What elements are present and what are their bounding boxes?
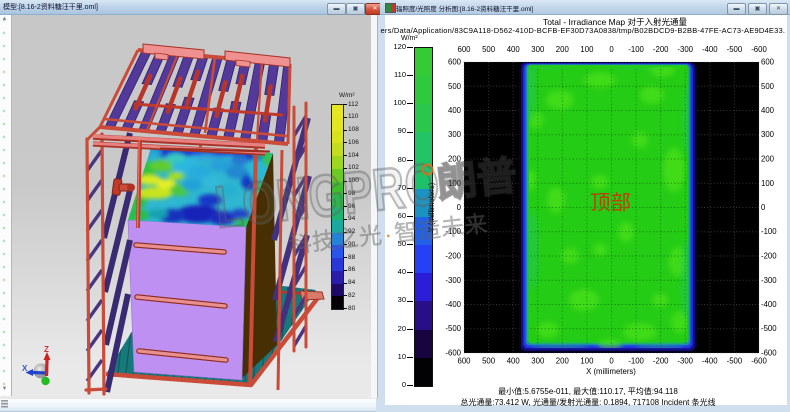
svg-text:600: 600 xyxy=(448,58,462,67)
svg-text:-600: -600 xyxy=(751,45,767,54)
svg-text:-300: -300 xyxy=(761,276,777,285)
svg-text:600: 600 xyxy=(457,45,471,54)
svg-text:-100: -100 xyxy=(761,227,777,236)
svg-text:200: 200 xyxy=(556,357,570,366)
svg-text:100: 100 xyxy=(448,179,462,188)
svg-text:300: 300 xyxy=(531,45,545,54)
svg-text:-200: -200 xyxy=(445,252,461,261)
svg-text:500: 500 xyxy=(448,82,462,91)
svg-text:Z: Z xyxy=(44,345,49,354)
svg-text:-200: -200 xyxy=(653,45,669,54)
svg-text:400: 400 xyxy=(507,45,521,54)
svg-text:100: 100 xyxy=(761,179,775,188)
svg-text:500: 500 xyxy=(482,45,496,54)
svg-text:-600: -600 xyxy=(751,357,767,366)
svg-text:0: 0 xyxy=(609,357,614,366)
svg-text:600: 600 xyxy=(457,357,471,366)
svg-text:600: 600 xyxy=(761,58,775,67)
svg-text:100: 100 xyxy=(580,357,594,366)
svg-text:200: 200 xyxy=(556,45,570,54)
svg-text:顶部: 顶部 xyxy=(590,192,631,215)
svg-text:200: 200 xyxy=(761,155,775,164)
svg-text:Y (millimeters): Y (millimeters) xyxy=(427,182,436,232)
svg-text:-500: -500 xyxy=(445,324,461,333)
svg-text:200: 200 xyxy=(448,155,462,164)
svg-text:100: 100 xyxy=(580,45,594,54)
svg-text:400: 400 xyxy=(448,106,462,115)
svg-text:-200: -200 xyxy=(761,252,777,261)
svg-text:-100: -100 xyxy=(628,357,644,366)
svg-text:400: 400 xyxy=(761,106,775,115)
svg-text:0: 0 xyxy=(609,45,614,54)
svg-text:-100: -100 xyxy=(445,227,461,236)
svg-text:500: 500 xyxy=(482,357,496,366)
svg-text:-500: -500 xyxy=(727,357,743,366)
svg-text:X: X xyxy=(22,364,28,373)
svg-text:-300: -300 xyxy=(677,357,693,366)
svg-text:-400: -400 xyxy=(445,300,461,309)
svg-text:-100: -100 xyxy=(628,45,644,54)
svg-text:X (millimeters): X (millimeters) xyxy=(586,367,636,376)
svg-text:-300: -300 xyxy=(677,45,693,54)
svg-text:-600: -600 xyxy=(761,349,777,358)
svg-text:300: 300 xyxy=(761,130,775,139)
svg-text:500: 500 xyxy=(761,82,775,91)
svg-text:0: 0 xyxy=(761,203,766,212)
svg-text:300: 300 xyxy=(448,130,462,139)
svg-text:0: 0 xyxy=(457,203,462,212)
svg-text:-400: -400 xyxy=(761,300,777,309)
svg-text:400: 400 xyxy=(507,357,521,366)
svg-text:-600: -600 xyxy=(445,349,461,358)
svg-text:-400: -400 xyxy=(702,45,718,54)
svg-text:-300: -300 xyxy=(445,276,461,285)
svg-text:-500: -500 xyxy=(727,45,743,54)
svg-text:300: 300 xyxy=(531,357,545,366)
svg-text:-200: -200 xyxy=(653,357,669,366)
svg-text:-400: -400 xyxy=(702,357,718,366)
svg-text:-500: -500 xyxy=(761,324,777,333)
